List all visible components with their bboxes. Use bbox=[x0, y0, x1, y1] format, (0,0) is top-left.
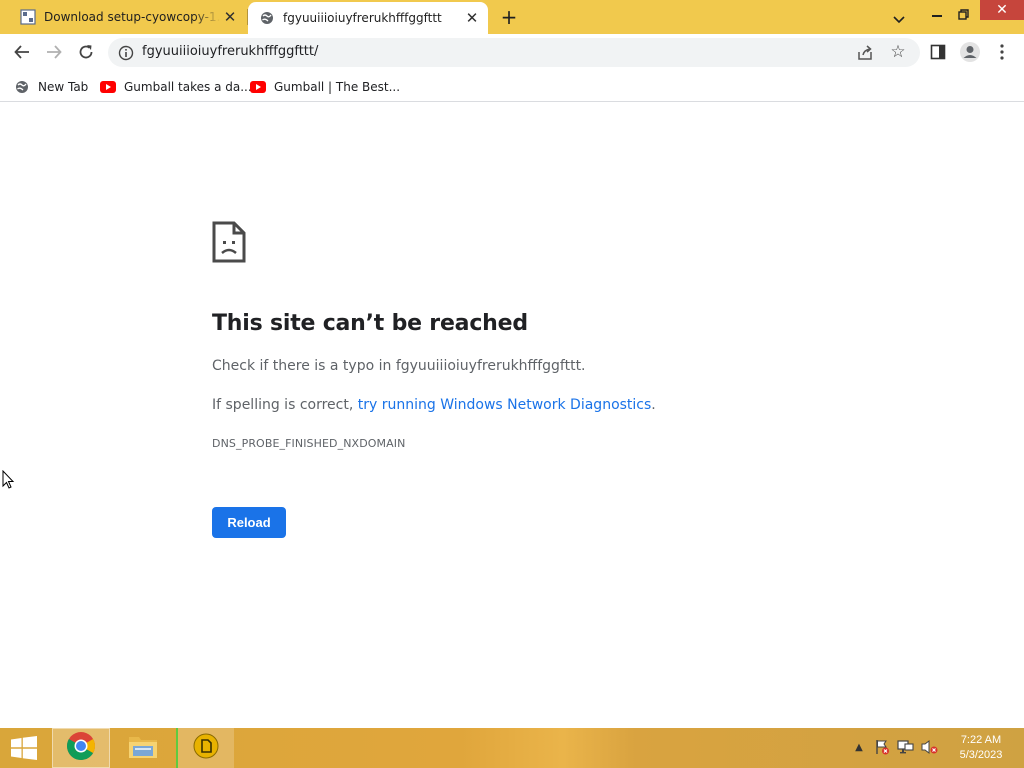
address-bar[interactable]: fgyuuiiioiuyfrerukhfffggfttt/ ☆ bbox=[108, 38, 920, 67]
bookmark-label: Gumball | The Best... bbox=[274, 80, 401, 94]
error-code: DNS_PROBE_FINISHED_NXDOMAIN bbox=[212, 437, 406, 450]
taskbar-file-explorer[interactable] bbox=[114, 728, 172, 768]
diagnostics-prefix: If spelling is correct, bbox=[212, 397, 358, 413]
bookmark-new-tab[interactable]: New Tab bbox=[14, 76, 88, 98]
app-icon bbox=[193, 733, 219, 763]
restore-icon[interactable] bbox=[952, 0, 974, 28]
youtube-icon bbox=[100, 79, 116, 95]
typo-hint: Check if there is a typo in fgyuuiiioiuy… bbox=[212, 358, 586, 374]
bookmarks-bar: New Tab Gumball takes a da... Gumball | … bbox=[0, 71, 1024, 102]
diagnostics-hint: If spelling is correct, try running Wind… bbox=[212, 397, 656, 413]
network-icon[interactable] bbox=[897, 738, 915, 756]
globe-icon bbox=[14, 79, 30, 95]
chevron-down-icon[interactable] bbox=[888, 6, 910, 34]
plus-icon[interactable]: + bbox=[498, 5, 520, 29]
close-window-icon[interactable]: ✕ bbox=[980, 0, 1024, 20]
sad-page-icon bbox=[211, 220, 247, 264]
network-diagnostics-link[interactable]: try running Windows Network Diagnostics bbox=[358, 397, 652, 413]
youtube-icon bbox=[250, 79, 266, 95]
info-icon[interactable] bbox=[118, 45, 134, 61]
clock-time: 7:22 AM bbox=[960, 734, 1002, 746]
show-hidden-icons-icon[interactable]: ▲ bbox=[850, 738, 868, 756]
reload-button[interactable]: Reload bbox=[212, 507, 286, 538]
taskbar-app[interactable] bbox=[176, 728, 234, 768]
bookmark-gumball-1[interactable]: Gumball takes a da... bbox=[100, 76, 252, 98]
taskbar-chrome[interactable] bbox=[52, 728, 110, 768]
chrome-icon bbox=[66, 731, 96, 765]
bookmark-gumball-2[interactable]: Gumball | The Best... bbox=[250, 76, 400, 98]
tab-close-icon[interactable]: ✕ bbox=[220, 7, 240, 27]
back-arrow-icon[interactable] bbox=[8, 38, 36, 66]
page-title: This site can’t be reached bbox=[212, 311, 528, 336]
system-clock[interactable]: 7:22 AM 5/3/2023 bbox=[948, 733, 1014, 763]
page-content: This site can’t be reached Check if ther… bbox=[0, 103, 1024, 728]
action-center-flag-icon[interactable] bbox=[873, 738, 891, 756]
mouse-pointer-icon bbox=[2, 469, 16, 490]
kebab-menu-icon[interactable] bbox=[988, 38, 1016, 66]
tab-active-site[interactable]: fgyuuiiioiuyfrerukhfffggfttt ✕ bbox=[248, 2, 488, 34]
url-text[interactable]: fgyuuiiioiuyfrerukhfffggfttt/ bbox=[142, 44, 318, 59]
side-panel-icon[interactable] bbox=[924, 38, 952, 66]
tab-download[interactable]: Download setup-cyowcopy-1.9.0 ✕ bbox=[0, 0, 246, 34]
refresh-icon[interactable] bbox=[72, 38, 100, 66]
download-page-icon bbox=[20, 9, 36, 25]
minimize-icon[interactable] bbox=[926, 0, 948, 28]
title-bar: Download setup-cyowcopy-1.9.0 ✕ fgyuuiii… bbox=[0, 0, 1024, 34]
file-explorer-icon bbox=[127, 732, 159, 764]
bookmark-label: New Tab bbox=[38, 80, 89, 94]
bookmark-label: Gumball takes a da... bbox=[124, 80, 252, 94]
forward-arrow-icon[interactable] bbox=[40, 38, 68, 66]
taskbar: ▲ 7:22 AM 5/3/2023 bbox=[0, 728, 1024, 768]
globe-icon bbox=[259, 10, 275, 26]
tab-title: fgyuuiiioiuyfrerukhfffggfttt bbox=[283, 11, 442, 25]
clock-date: 5/3/2023 bbox=[959, 749, 1003, 761]
bookmark-star-icon[interactable]: ☆ bbox=[888, 42, 908, 62]
tab-close-icon[interactable]: ✕ bbox=[462, 8, 482, 28]
tab-title: Download setup-cyowcopy-1.9.0 bbox=[44, 10, 220, 24]
diagnostics-suffix: . bbox=[651, 397, 656, 413]
share-icon[interactable] bbox=[856, 44, 874, 62]
profile-avatar-icon[interactable] bbox=[956, 38, 984, 66]
browser-toolbar: fgyuuiiioiuyfrerukhfffggfttt/ ☆ bbox=[0, 34, 1024, 71]
volume-muted-icon[interactable] bbox=[921, 738, 939, 756]
windows-start-icon[interactable] bbox=[10, 736, 38, 760]
